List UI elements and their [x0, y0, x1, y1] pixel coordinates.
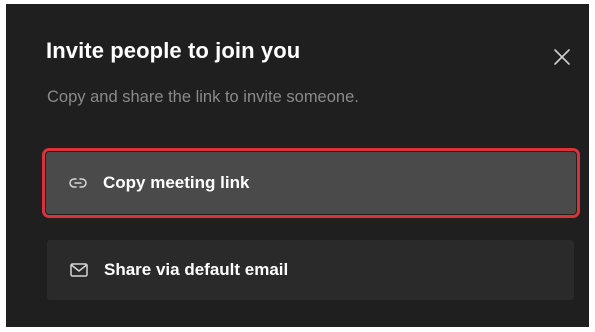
link-icon [69, 176, 87, 190]
invite-dialog: Invite people to join you Copy and share… [6, 4, 589, 327]
close-icon [554, 49, 570, 65]
close-button[interactable] [551, 46, 573, 68]
mail-icon [70, 263, 88, 277]
share-via-email-label: Share via default email [104, 260, 289, 279]
dialog-subtitle: Copy and share the link to invite someon… [47, 88, 359, 106]
dialog-title: Invite people to join you [46, 38, 301, 63]
copy-meeting-link-button[interactable]: Copy meeting link [42, 148, 580, 218]
copy-meeting-link-label: Copy meeting link [103, 173, 250, 192]
share-via-email-button[interactable]: Share via default email [47, 240, 574, 300]
